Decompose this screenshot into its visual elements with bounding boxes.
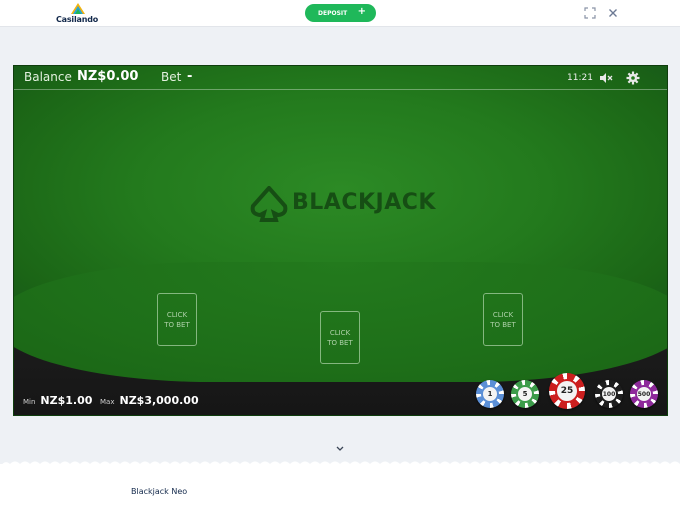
chip-5[interactable]: 5 [511, 380, 539, 408]
chip-value: 100 [602, 390, 616, 398]
sound-muted-icon[interactable] [599, 71, 613, 85]
clock: 11:21 [567, 73, 593, 83]
fullscreen-icon[interactable] [584, 7, 596, 19]
bet-label: Bet [161, 70, 182, 84]
min-limit: Min NZ$1.00 [23, 389, 92, 408]
game-title: Blackjack Neo [131, 487, 188, 496]
bet-spot-line1: CLICK [166, 311, 188, 319]
chip-value: 25 [560, 386, 574, 396]
bet-spot-line1: CLICK [492, 311, 514, 319]
deposit-button[interactable]: DEPOSIT + [305, 4, 376, 22]
gear-icon[interactable] [626, 71, 640, 85]
game-hud: Balance NZ$0.00 Bet - 11:21 [14, 66, 667, 90]
blackjack-title: BLACKJACK [292, 190, 436, 215]
close-icon[interactable] [607, 7, 619, 19]
chip-100[interactable]: 100 [595, 380, 623, 408]
chip-25[interactable]: 25 [549, 373, 585, 409]
bet-spot-line2: TO BET [490, 321, 516, 329]
bet-spot-right[interactable]: CLICK TO BET [483, 293, 523, 346]
min-label: Min [23, 398, 36, 406]
chip-value: 1 [487, 390, 493, 398]
chip-face: 25 [555, 379, 579, 403]
chip-value: 500 [637, 390, 651, 398]
spade-icon [250, 186, 288, 222]
max-value: NZ$3,000.00 [119, 394, 199, 407]
balance-value: NZ$0.00 [77, 69, 139, 84]
bet-spot-left[interactable]: CLICK TO BET [157, 293, 197, 346]
bet-spot-line2: TO BET [327, 339, 353, 347]
wave-edge [0, 461, 680, 467]
chip-face: 500 [635, 385, 653, 403]
max-label: Max [100, 398, 115, 406]
brand-name: Casilando [56, 15, 99, 24]
bet-spot-line2: TO BET [164, 321, 190, 329]
chip-value: 5 [522, 390, 528, 398]
top-bar: Casilando DEPOSIT + [0, 0, 680, 27]
bet-value: - [187, 69, 193, 84]
min-value: NZ$1.00 [40, 394, 93, 407]
chip-face: 1 [481, 385, 499, 403]
plus-icon: + [357, 6, 366, 17]
game-info-panel [0, 461, 680, 511]
chip-face: 5 [516, 385, 534, 403]
chip-face: 100 [600, 385, 618, 403]
bet-spot-center[interactable]: CLICK TO BET [320, 311, 360, 364]
blackjack-logo: BLACKJACK [250, 186, 435, 222]
chip-500[interactable]: 500 [630, 380, 658, 408]
game-frame[interactable]: Balance NZ$0.00 Bet - 11:21 BLACKJACK CL… [13, 65, 668, 416]
deposit-label: DEPOSIT [318, 9, 348, 17]
max-limit: Max NZ$3,000.00 [100, 389, 199, 408]
balance-label: Balance [24, 70, 72, 84]
logo-mark-icon [71, 3, 85, 14]
chevron-down-icon[interactable] [334, 445, 346, 453]
chip-1[interactable]: 1 [476, 380, 504, 408]
bet-spot-line1: CLICK [329, 329, 351, 337]
casilando-logo[interactable]: Casilando [56, 3, 100, 25]
